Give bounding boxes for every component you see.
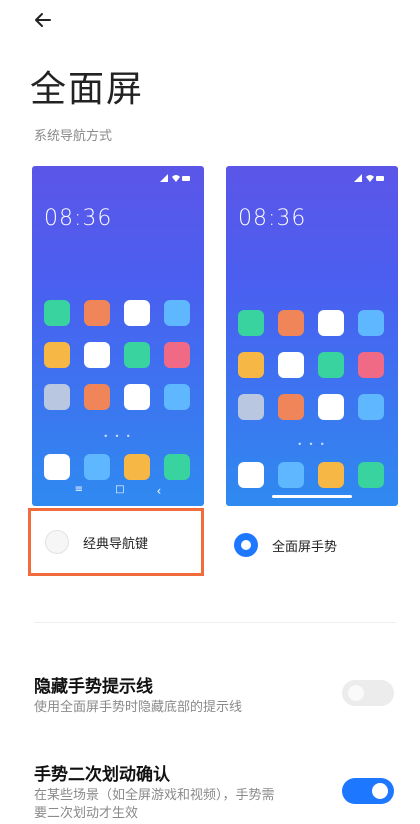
app-icon [318, 352, 344, 378]
clock-text: 08:36 [238, 206, 307, 231]
app-grid [44, 300, 190, 410]
app-icon [278, 352, 304, 378]
app-icon [164, 342, 190, 368]
app-icon [44, 384, 70, 410]
app-icon [84, 384, 110, 410]
app-icon [124, 342, 150, 368]
app-icon [44, 300, 70, 326]
app-icon [238, 310, 264, 336]
app-icon [318, 394, 344, 420]
menu-key-icon: ≡ [74, 484, 84, 495]
app-icon [238, 462, 264, 488]
hide-gesture-line-toggle[interactable] [342, 680, 394, 706]
app-icon [84, 300, 110, 326]
setting-title: 隐藏手势提示线 [34, 677, 153, 697]
page-title: 全面屏 [30, 69, 145, 110]
option-classic-nav[interactable]: 经典导航键 [28, 508, 204, 576]
setting-description: 使用全面屏手势时隐藏底部的提示线 [34, 700, 243, 715]
app-grid [238, 310, 384, 420]
gesture-hint-line [272, 495, 352, 498]
app-icon [278, 310, 304, 336]
app-icon [84, 454, 110, 480]
page-indicator: • • • [103, 432, 133, 441]
app-icon [44, 342, 70, 368]
app-icon [238, 394, 264, 420]
app-icon [164, 454, 190, 480]
home-key-icon: □ [115, 484, 125, 495]
dock [44, 454, 190, 480]
app-icon [124, 300, 150, 326]
swipe-confirm-toggle[interactable] [342, 778, 394, 804]
app-icon [164, 384, 190, 410]
clock-text: 08:36 [44, 206, 113, 231]
setting-description: 在某些场景（如全屏游戏和视频），手势需 [34, 788, 275, 803]
nav-keys: ≡ □ ‹ [32, 484, 204, 498]
app-icon [358, 394, 384, 420]
option-label: 经典导航键 [83, 536, 149, 552]
setting-title: 手势二次划动确认 [34, 765, 170, 785]
status-bar-icons [354, 174, 384, 182]
page-indicator: • • • [297, 440, 327, 449]
app-icon [318, 310, 344, 336]
section-label: 系统导航方式 [34, 129, 113, 144]
divider [34, 622, 396, 623]
app-icon [358, 462, 384, 488]
app-icon [358, 310, 384, 336]
gesture-nav-preview[interactable]: 08:36 • • • [226, 166, 398, 506]
app-icon [164, 300, 190, 326]
app-icon [358, 352, 384, 378]
setting-description: 要二次划动才生效 [34, 806, 139, 821]
status-bar-icons [160, 174, 190, 182]
app-icon [278, 462, 304, 488]
app-icon [318, 462, 344, 488]
back-key-icon: ‹ [156, 484, 162, 498]
app-icon [278, 394, 304, 420]
app-icon [238, 352, 264, 378]
app-icon [44, 454, 70, 480]
option-gesture-nav[interactable]: 全面屏手势 [234, 522, 337, 568]
dock [238, 462, 384, 488]
radio-checked-icon[interactable] [234, 533, 258, 557]
back-arrow-icon[interactable] [30, 5, 66, 35]
option-label: 全面屏手势 [272, 539, 338, 555]
app-icon [84, 342, 110, 368]
app-icon [124, 454, 150, 480]
app-icon [124, 384, 150, 410]
radio-unchecked-icon[interactable] [45, 530, 69, 554]
classic-nav-preview[interactable]: 08:36 • • • ≡ □ ‹ [32, 166, 204, 506]
